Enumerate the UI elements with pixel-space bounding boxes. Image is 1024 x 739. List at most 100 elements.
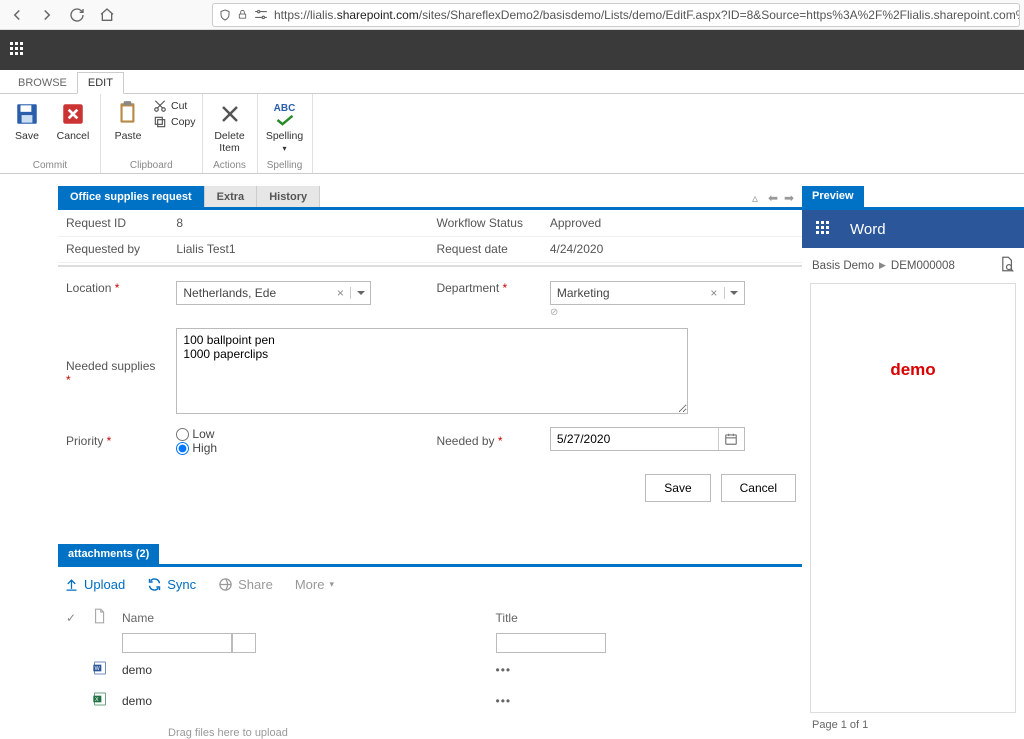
label-request-date: Request date [428,236,541,262]
priority-low-radio[interactable]: Low [176,427,420,441]
label-request-id: Request ID [58,210,168,236]
cancel-button[interactable]: Cancel [721,474,796,502]
ribbon-group-label: Commit [6,158,94,173]
page-tool-icon[interactable] [999,256,1014,275]
attachment-name[interactable]: demo [116,655,488,684]
ribbon-cut-button[interactable]: Cut [153,99,196,113]
share-button[interactable]: Share [218,577,273,592]
collapse-icon[interactable]: ▵ [752,191,764,203]
ribbon-paste-button[interactable]: Paste [107,97,149,143]
location-combo[interactable]: Netherlands, Ede × [176,281,371,305]
location-value: Netherlands, Ede [177,286,330,300]
label-priority: Priority [58,422,168,460]
chevron-down-icon[interactable] [724,287,744,299]
forward-button[interactable] [34,2,60,28]
attachment-row[interactable]: W demo ••• [60,655,800,684]
attachments-toolbar: Upload Sync Share More ▾ [58,567,802,602]
ribbon-save-button[interactable]: Save [6,97,48,143]
needed-supplies-textarea[interactable] [176,328,688,414]
ribbon-cancel-button[interactable]: Cancel [52,97,94,143]
select-all-icon[interactable]: ✓ [66,611,76,625]
ribbon-tab-browse[interactable]: BROWSE [8,73,77,93]
app-launcher-icon[interactable] [816,221,832,237]
ribbon-group-label: Spelling [264,158,306,173]
preview-title: Preview [802,186,864,207]
back-button[interactable] [4,2,30,28]
department-combo[interactable]: Marketing × [550,281,745,305]
clear-icon[interactable]: × [704,286,724,300]
svg-text:X: X [95,697,99,703]
needed-by-field[interactable] [550,427,745,451]
doc-content: demo [890,360,935,380]
priority-high-radio[interactable]: High [176,441,420,455]
paste-icon [113,99,143,129]
chevron-down-icon[interactable] [350,287,370,299]
col-title[interactable]: Title [490,604,800,631]
label-needed-supplies: Needed supplies [58,323,168,422]
upload-button[interactable]: Upload [64,577,125,592]
row-menu-icon[interactable]: ••• [496,663,512,677]
col-name[interactable]: Name [116,604,488,631]
attachment-row[interactable]: X demo ••• [60,686,800,715]
chevron-down-icon: ▾ [329,579,334,590]
department-value: Marketing [551,286,704,300]
tab-history[interactable]: History [257,186,320,207]
next-icon[interactable]: ➡ [784,191,796,203]
value-request-date: 4/24/2020 [542,236,802,262]
ribbon-tabs: BROWSE EDIT [0,70,1024,94]
label-workflow-status: Workflow Status [428,210,541,236]
excel-file-icon: X [92,691,108,707]
label-requested-by: Requested by [58,236,168,262]
app-name: Word [850,221,886,238]
app-launcher-icon[interactable] [10,42,26,58]
cancel-icon [58,99,88,129]
prev-icon[interactable]: ⬅ [768,191,780,203]
filter-name-extra[interactable] [232,633,256,653]
remove-tag-icon[interactable]: ⊘ [550,307,794,318]
value-requested-by: Lialis Test1 [168,236,428,262]
ribbon-group-label: Actions [209,158,251,173]
needed-by-input[interactable] [551,428,718,450]
lock-icon [237,8,248,22]
ribbon-delete-button[interactable]: Delete Item [209,97,251,154]
filter-title[interactable] [496,633,606,653]
home-button[interactable] [94,2,120,28]
attachments-title: attachments (2) [58,544,159,564]
chevron-right-icon: ▶ [879,260,886,271]
clear-icon[interactable]: × [330,286,350,300]
preview-header: Preview [802,186,1024,210]
page-indicator: Page 1 of 1 [802,713,1024,737]
ribbon-group-clipboard: Paste Cut Copy Clipboard [101,94,203,173]
value-workflow-status: Approved [542,210,802,236]
ribbon-group-spelling: ABC Spelling▾ Spelling [258,94,313,173]
sync-button[interactable]: Sync [147,577,196,592]
filter-name[interactable] [122,633,232,653]
label-department: Department [428,276,541,323]
url-bar[interactable]: https://lialis.sharepoint.com/sites/Shar… [212,3,1020,27]
ribbon-group-commit: Save Cancel Commit [0,94,101,173]
form-tabs: Office supplies request Extra History ▵ … [58,186,802,210]
shield-icon [219,8,231,22]
tab-extra[interactable]: Extra [205,186,258,207]
reload-button[interactable] [64,2,90,28]
crumb-doc[interactable]: DEM000008 [891,260,955,272]
more-button[interactable]: More ▾ [295,577,334,592]
ribbon: Save Cancel Commit Paste Cut Copy Clipbo… [0,94,1024,174]
tab-office-supplies[interactable]: Office supplies request [58,186,205,207]
crumb-root[interactable]: Basis Demo [812,260,874,272]
label-location: Location [58,276,168,323]
row-menu-icon[interactable]: ••• [496,694,512,708]
ribbon-spelling-button[interactable]: ABC Spelling▾ [264,97,306,154]
ribbon-tab-edit[interactable]: EDIT [77,72,124,94]
ribbon-copy-button[interactable]: Copy [153,115,196,129]
calendar-icon[interactable] [718,428,744,450]
ribbon-group-actions: Delete Item Actions [203,94,258,173]
file-type-icon [92,613,106,627]
preview-breadcrumb: Basis Demo ▶ DEM000008 [802,248,1024,283]
suite-bar [0,30,1024,70]
cut-icon [153,99,167,113]
save-button[interactable]: Save [645,474,710,502]
attachment-name[interactable]: demo [116,686,488,715]
document-preview[interactable]: demo [810,283,1016,713]
permission-icon [254,8,268,22]
